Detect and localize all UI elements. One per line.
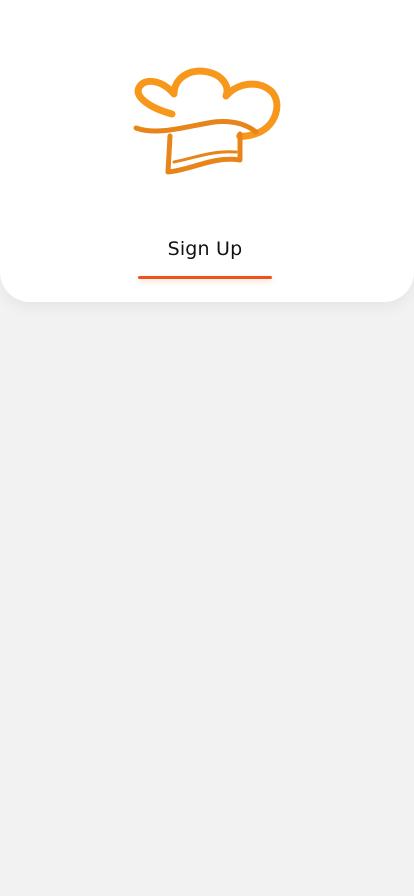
- tab-sign-up[interactable]: Sign Up: [138, 232, 272, 282]
- active-tab-indicator: [138, 276, 272, 279]
- tab-sign-up-label: Sign Up: [167, 238, 243, 260]
- chef-hat-icon: [128, 66, 282, 180]
- header-card: Sign Up: [0, 0, 414, 302]
- content-area: [0, 302, 414, 896]
